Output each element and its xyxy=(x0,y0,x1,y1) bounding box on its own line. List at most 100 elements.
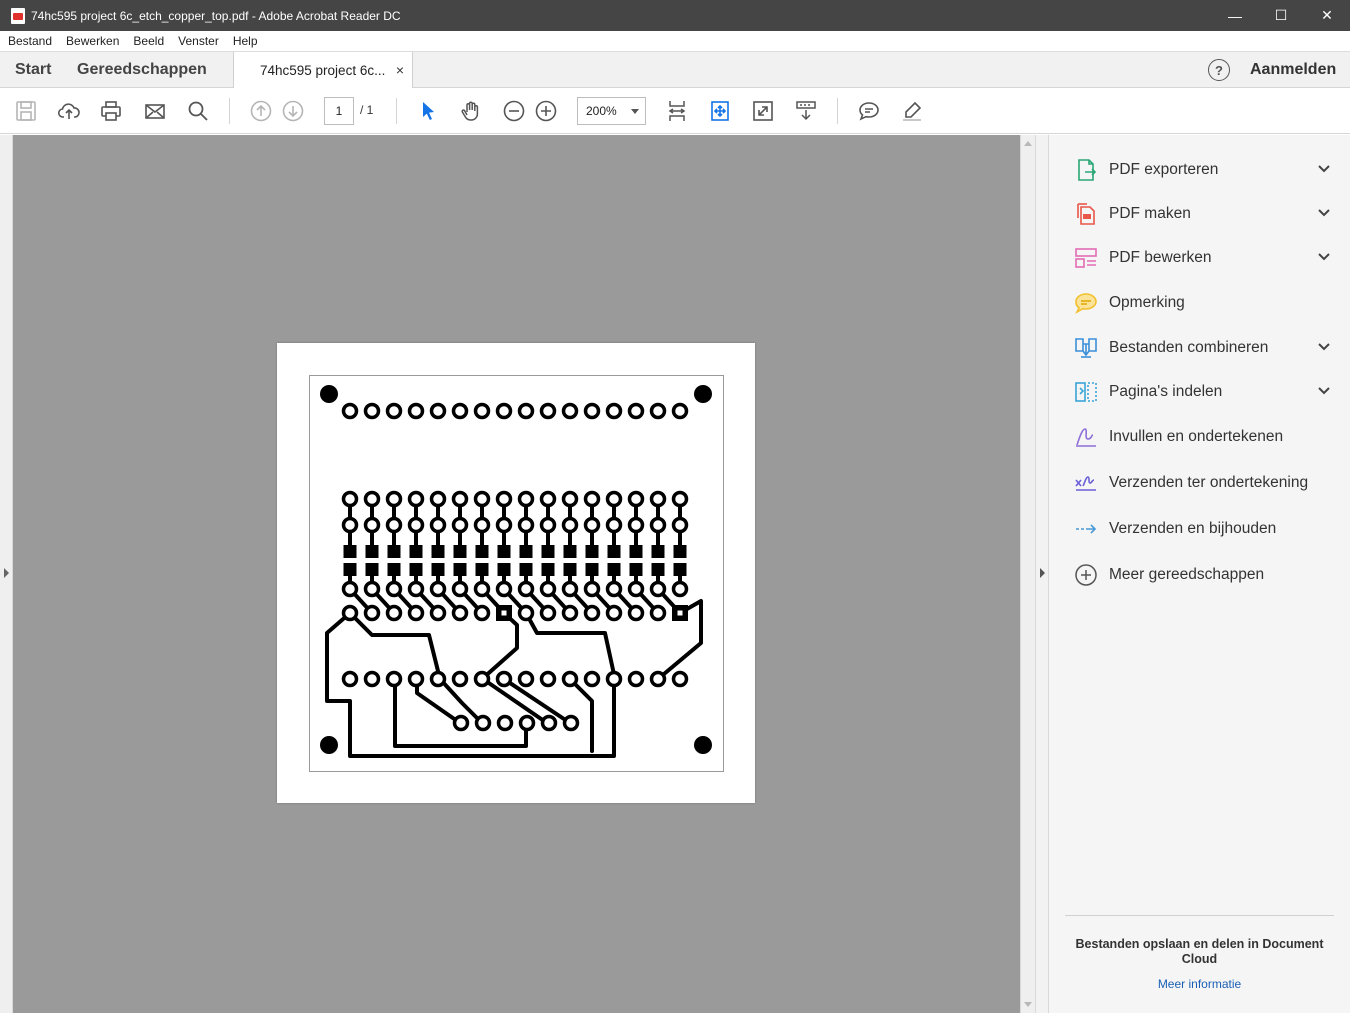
window-title: 74hc595 project 6c_etch_copper_top.pdf -… xyxy=(31,8,401,23)
pad xyxy=(385,670,403,688)
scroll-up-icon[interactable] xyxy=(1024,141,1032,146)
square-pad xyxy=(453,545,467,558)
pad xyxy=(561,402,579,420)
zoom-dropdown[interactable]: 200% xyxy=(577,97,646,125)
square-pad xyxy=(519,563,533,576)
tab-document[interactable]: 74hc595 project 6c... × xyxy=(233,52,413,89)
menu-bar: Bestand Bewerken Beeld Venster Help xyxy=(0,31,1350,51)
pad xyxy=(429,670,447,688)
square-pad xyxy=(453,563,467,576)
pad xyxy=(429,580,447,598)
pad xyxy=(363,402,381,420)
save-icon[interactable] xyxy=(12,97,40,125)
pad xyxy=(561,580,579,598)
square-pad xyxy=(387,563,401,576)
pad xyxy=(363,604,381,622)
chevron-down-icon[interactable] xyxy=(1317,164,1331,174)
menu-bestand[interactable]: Bestand xyxy=(8,34,52,48)
help-icon[interactable]: ? xyxy=(1208,59,1230,81)
fill-sign-icon xyxy=(1073,424,1099,450)
menu-help[interactable]: Help xyxy=(233,34,258,48)
chevron-down-icon[interactable] xyxy=(1317,386,1331,396)
pad xyxy=(517,670,535,688)
sign-in-button[interactable]: Aanmelden xyxy=(1250,52,1336,88)
pad xyxy=(539,402,557,420)
pad xyxy=(649,580,667,598)
pad xyxy=(583,670,601,688)
square-pad xyxy=(629,563,643,576)
square-pad xyxy=(563,545,577,558)
pad xyxy=(605,516,623,534)
chevron-down-icon xyxy=(631,109,639,114)
pad xyxy=(473,580,491,598)
pad xyxy=(583,580,601,598)
minimize-button[interactable]: — xyxy=(1212,0,1258,31)
next-page-icon[interactable] xyxy=(279,97,307,125)
tab-tools[interactable]: Gereedschappen xyxy=(77,52,207,88)
pad xyxy=(671,670,689,688)
pad xyxy=(561,490,579,508)
document-viewport[interactable] xyxy=(0,135,1035,1013)
chevron-down-icon[interactable] xyxy=(1317,208,1331,218)
close-tab-icon[interactable]: × xyxy=(396,62,404,78)
pad xyxy=(671,580,689,598)
left-panel-toggle[interactable] xyxy=(0,135,13,1013)
tool-pdf-exporteren[interactable]: PDF exporteren xyxy=(1073,155,1343,185)
print-icon[interactable] xyxy=(97,97,125,125)
pad xyxy=(517,580,535,598)
square-pad xyxy=(365,545,379,558)
square-pad xyxy=(387,545,401,558)
tool-opmerking[interactable]: Opmerking xyxy=(1073,288,1343,318)
search-icon[interactable] xyxy=(184,97,212,125)
pcb-layout-drawing xyxy=(309,375,724,772)
square-pad xyxy=(541,563,555,576)
trace xyxy=(393,677,528,748)
menu-beeld[interactable]: Beeld xyxy=(133,34,164,48)
tool-meer-gereedschappen[interactable]: Meer gereedschappen xyxy=(1073,560,1343,590)
trace xyxy=(524,611,617,681)
square-pad xyxy=(365,563,379,576)
pad xyxy=(517,516,535,534)
chevron-down-icon[interactable] xyxy=(1317,342,1331,352)
cloud-upload-icon[interactable] xyxy=(55,97,83,125)
tool-paginas-indelen[interactable]: Pagina's indelen xyxy=(1073,377,1343,407)
previous-page-icon[interactable] xyxy=(247,97,275,125)
more-info-link[interactable]: Meer informatie xyxy=(1065,977,1334,991)
tool-bestanden-combineren[interactable]: Bestanden combineren xyxy=(1073,333,1343,363)
collapse-right-icon xyxy=(1040,568,1045,578)
chevron-down-icon[interactable] xyxy=(1317,252,1331,262)
vertical-scrollbar[interactable] xyxy=(1020,135,1035,1013)
tool-invullen-ondertekenen[interactable]: Invullen en ondertekenen xyxy=(1073,422,1343,452)
tool-label: Pagina's indelen xyxy=(1109,383,1223,400)
menu-venster[interactable]: Venster xyxy=(178,34,219,48)
tool-pdf-bewerken[interactable]: PDF bewerken xyxy=(1073,243,1343,273)
pad xyxy=(473,516,491,534)
right-panel-toggle[interactable] xyxy=(1035,135,1049,1013)
pad xyxy=(605,604,623,622)
tool-verzenden-bijhouden[interactable]: Verzenden en bijhouden xyxy=(1073,514,1343,544)
scroll-down-icon[interactable] xyxy=(1024,1002,1032,1007)
menu-bewerken[interactable]: Bewerken xyxy=(66,34,119,48)
tool-label: Opmerking xyxy=(1109,294,1185,311)
email-icon[interactable] xyxy=(141,97,169,125)
maximize-button[interactable]: ☐ xyxy=(1258,0,1304,31)
pad xyxy=(627,490,645,508)
pad xyxy=(583,604,601,622)
pad xyxy=(385,516,403,534)
pad xyxy=(517,402,535,420)
pad xyxy=(539,604,557,622)
tool-pdf-maken[interactable]: PDF maken xyxy=(1073,199,1343,229)
expand-left-icon xyxy=(4,568,9,578)
pad xyxy=(407,580,425,598)
pad xyxy=(473,402,491,420)
page-number-input[interactable]: 1 xyxy=(324,97,354,125)
send-track-icon xyxy=(1073,516,1099,542)
tool-verzenden-ondertekening[interactable]: Verzenden ter ondertekening xyxy=(1073,468,1343,498)
panel-divider xyxy=(1065,915,1334,916)
organize-pages-icon xyxy=(1073,379,1099,405)
pad xyxy=(495,402,513,420)
close-window-button[interactable]: ✕ xyxy=(1304,0,1350,31)
tool-label: Verzenden ter ondertekening xyxy=(1109,474,1309,491)
pad xyxy=(627,604,645,622)
tab-start[interactable]: Start xyxy=(15,52,51,88)
